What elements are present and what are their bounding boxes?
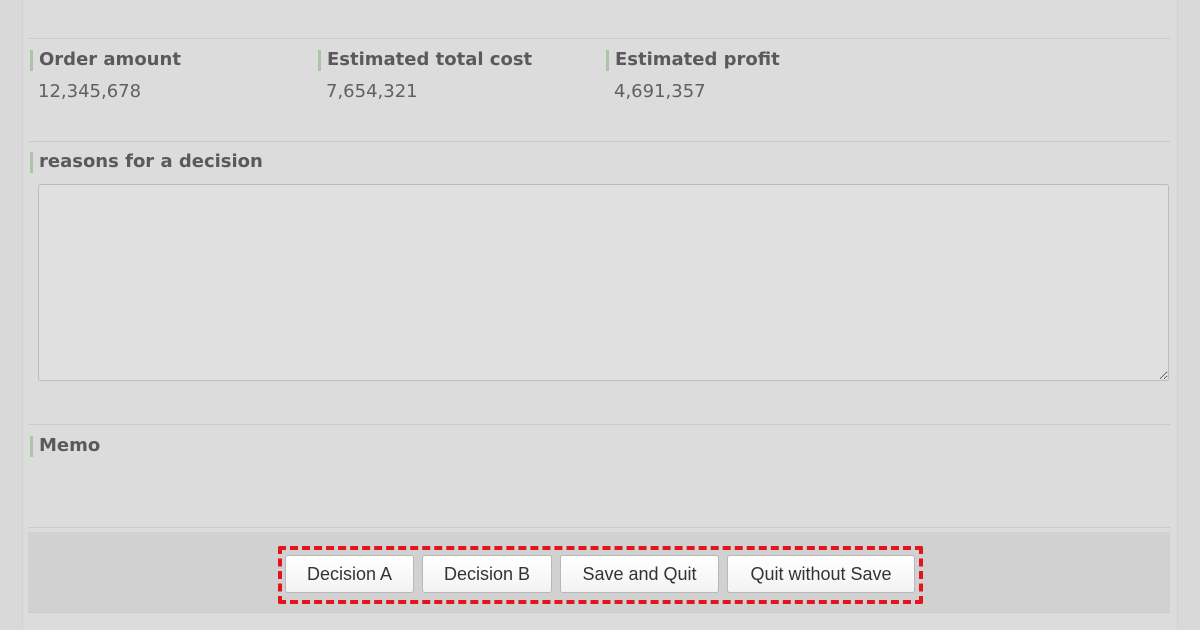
divider <box>28 424 1170 425</box>
estimated-profit-value: 4,691,357 <box>614 81 706 102</box>
reasons-label: reasons for a decision <box>30 151 263 173</box>
order-amount-value: 12,345,678 <box>38 81 142 102</box>
quit-without-save-button[interactable]: Quit without Save <box>727 555 915 593</box>
estimated-total-cost-label: Estimated total cost <box>318 49 532 71</box>
save-and-quit-button[interactable]: Save and Quit <box>560 555 719 593</box>
divider <box>28 38 1170 39</box>
divider <box>28 612 1170 613</box>
memo-label: Memo <box>30 435 100 457</box>
reasons-textarea[interactable] <box>38 184 1169 381</box>
order-amount-label: Order amount <box>30 49 181 71</box>
divider <box>28 527 1170 528</box>
divider <box>28 141 1170 142</box>
decision-a-button[interactable]: Decision A <box>285 555 414 593</box>
estimated-total-cost-value: 7,654,321 <box>326 81 418 102</box>
estimated-profit-label: Estimated profit <box>606 49 780 71</box>
decision-b-button[interactable]: Decision B <box>422 555 552 593</box>
